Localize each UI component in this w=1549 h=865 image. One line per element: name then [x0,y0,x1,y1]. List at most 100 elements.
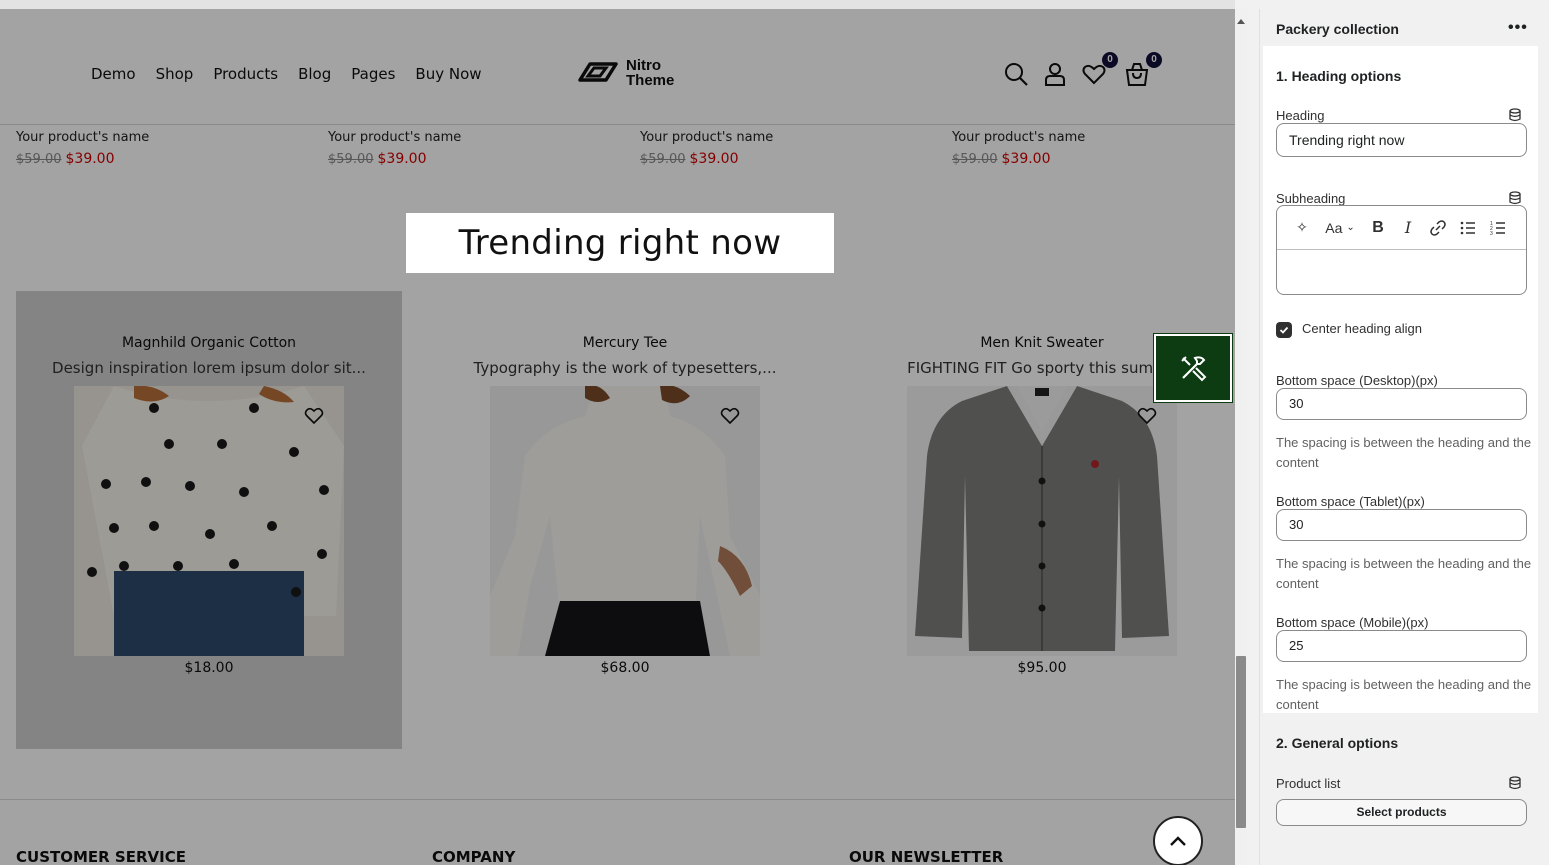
product-price: $59.00 $39.00 [328,151,461,167]
dynamic-source-icon[interactable] [1508,108,1522,122]
chevron-up-icon [1170,836,1186,846]
mobile-space-label: Bottom space (Mobile)(px) [1276,615,1429,630]
footer-divider [0,799,1235,800]
product-list-label: Product list [1276,776,1341,791]
ai-sparkle-icon[interactable]: ✧ [1287,213,1317,243]
cart-count-badge: 0 [1146,52,1162,68]
product-price: $59.00 $39.00 [640,151,773,167]
select-products-button[interactable]: Select products [1276,799,1527,826]
card-description: Design inspiration lorem ipsum dolor sit… [52,359,366,377]
compare-price: $59.00 [952,152,998,167]
help-text: The spacing is between the heading and t… [1276,435,1532,470]
card-title: Mercury Tee [582,335,668,351]
chevron-down-icon: ⌄ [1346,222,1355,233]
bullet-list-icon[interactable] [1453,213,1483,243]
nav-blog[interactable]: Blog [298,65,331,83]
card-price: $68.00 [600,660,650,676]
center-heading-checkbox[interactable] [1276,322,1292,338]
svg-text:3: 3 [1490,231,1493,236]
footer-newsletter-heading: OUR NEWSLETTER [849,848,1004,865]
search-icon[interactable] [1003,61,1029,87]
heading-label: Heading [1276,108,1325,123]
product-item[interactable]: Your product's name $59.00 $39.00 [328,130,461,167]
product-name: Your product's name [952,130,1086,145]
card-image[interactable] [490,386,760,656]
sweater-hearts-image [74,386,344,656]
white-turtleneck-image [490,386,760,656]
more-actions-icon[interactable]: ••• [1508,19,1528,37]
font-size-dropdown[interactable]: Aa ⌄ [1317,213,1363,243]
tablet-space-input[interactable]: 30 [1276,509,1527,541]
numbered-list-icon[interactable]: 123 [1483,213,1513,243]
scroll-up-arrow-icon[interactable] [1237,19,1245,24]
logo-text: Nitro Theme [626,58,674,88]
general-options-title[interactable]: 2. General options [1276,735,1398,751]
logo-mark-icon [578,62,618,82]
collection-card[interactable]: Mercury Tee Typography is the work of ty… [432,291,818,749]
header-icons: 0 0 [1003,52,1173,101]
card-price: $18.00 [184,660,234,676]
product-item[interactable]: Your product's name $59.00 $39.00 [952,130,1085,167]
nav-demo[interactable]: Demo [91,65,136,83]
subheading-rich-text-editor: ✧ Aa ⌄ B I 123 [1276,205,1527,295]
sale-price: $39.00 [65,151,115,167]
product-name: Your product's name [640,130,774,145]
site-header: Demo Shop Products Blog Pages Buy Now Ni… [0,18,1235,125]
footer-customer-service-heading: CUSTOMER SERVICE [16,848,186,865]
product-item[interactable]: Your product's name $59.00 $39.00 [16,130,149,167]
checkmark-icon [1279,326,1289,334]
product-item[interactable]: Your product's name $59.00 $39.00 [640,130,773,167]
back-to-top-button[interactable] [1153,816,1203,865]
link-icon[interactable] [1423,213,1453,243]
scrollbar-thumb[interactable] [1236,656,1246,828]
sale-price: $39.00 [1001,151,1051,167]
card-title: Magnhild Organic Cotton [121,335,297,351]
main-nav: Demo Shop Products Blog Pages Buy Now [91,65,502,83]
card-image[interactable] [907,386,1177,656]
dynamic-source-icon[interactable] [1508,191,1522,205]
wishlist-heart-icon[interactable] [720,407,740,425]
sale-price: $39.00 [377,151,427,167]
settings-panel: Packery collection ••• 1. Heading option… [1259,9,1549,865]
compare-price: $59.00 [328,152,374,167]
rte-toolbar: ✧ Aa ⌄ B I 123 [1277,206,1526,250]
section-title: 1. Heading options [1276,68,1402,84]
nav-products[interactable]: Products [213,65,278,83]
product-price: $59.00 $39.00 [16,151,149,167]
wishlist-count-badge: 0 [1102,52,1118,68]
product-name: Your product's name [16,130,150,145]
site-logo[interactable]: Nitro Theme [576,58,674,88]
nav-shop[interactable]: Shop [156,65,194,83]
desktop-space-label: Bottom space (Desktop)(px) [1276,373,1438,388]
customize-tools-button[interactable] [1153,333,1233,403]
preview-scrollbar[interactable] [1235,9,1247,865]
help-text: The spacing is between the heading and t… [1276,677,1532,712]
desktop-space-input[interactable]: 30 [1276,388,1527,420]
font-size-label: Aa [1325,219,1343,236]
card-image[interactable] [74,386,344,656]
product-name: Your product's name [328,130,462,145]
mobile-space-input[interactable]: 25 [1276,630,1527,662]
center-heading-label[interactable]: Center heading align [1302,321,1422,336]
logo-line1: Nitro [626,57,661,74]
nav-pages[interactable]: Pages [351,65,395,83]
wishlist-heart-icon[interactable] [1137,407,1157,425]
logo-line2: Theme [626,72,675,89]
cart-icon[interactable] [1124,61,1150,87]
bold-icon[interactable]: B [1363,213,1393,243]
wishlist-heart-icon[interactable] [304,407,324,425]
compare-price: $59.00 [16,152,62,167]
highlighted-section-heading[interactable]: Trending right now [406,213,834,273]
collection-card[interactable]: Magnhild Organic Cotton Design inspirati… [16,291,402,749]
panel-title: Packery collection [1276,21,1399,37]
card-price: $95.00 [1017,660,1067,676]
heading-input[interactable]: Trending right now [1276,123,1527,157]
card-description: Typography is the work of typesetters,..… [473,359,777,377]
nav-buy-now[interactable]: Buy Now [415,65,481,83]
italic-icon[interactable]: I [1393,213,1423,243]
dynamic-source-icon[interactable] [1508,776,1522,790]
storefront-preview: Demo Shop Products Blog Pages Buy Now Ni… [0,0,1235,865]
tools-icon [1181,356,1207,382]
sale-price: $39.00 [689,151,739,167]
account-icon[interactable] [1042,61,1068,87]
